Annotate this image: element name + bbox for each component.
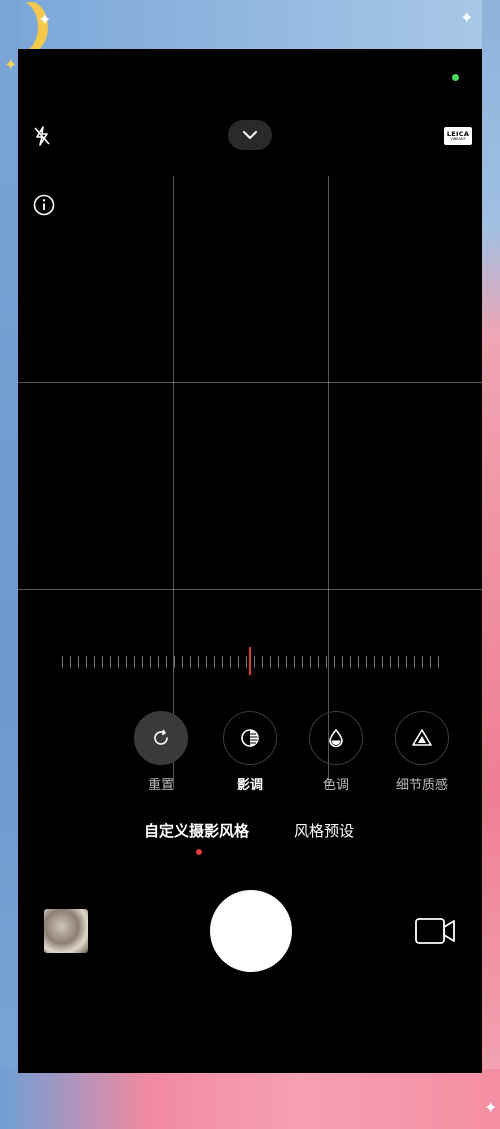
sparkle-decoration: ✦ <box>38 10 52 29</box>
tone-icon <box>241 729 259 747</box>
ruler-tick <box>182 656 183 668</box>
reset-tool[interactable]: 重置 <box>126 711 196 793</box>
ruler-tick <box>198 656 199 668</box>
sparkle-decoration: ✦ <box>4 55 18 74</box>
ruler-tick <box>382 656 383 668</box>
tool-row: 重置 影调 色调 细节质感 <box>18 711 482 801</box>
ruler-tick <box>206 656 207 668</box>
viewfinder[interactable] <box>18 176 482 789</box>
tone-tool[interactable]: 影调 <box>215 711 285 793</box>
leica-vibrant-badge[interactable]: LEICA VIBRANT <box>444 127 472 145</box>
ruler-tick <box>294 656 295 668</box>
ruler-tick <box>238 656 239 668</box>
shutter-button[interactable] <box>210 890 292 972</box>
collapse-button[interactable] <box>228 120 272 150</box>
ruler-tick <box>118 656 119 668</box>
gallery-thumbnail[interactable] <box>44 909 88 953</box>
ruler-tick <box>110 656 111 668</box>
video-camera-icon[interactable] <box>414 915 458 947</box>
tool-label: 重置 <box>147 778 174 793</box>
tone-button[interactable] <box>223 711 277 765</box>
ruler-tick <box>190 656 191 668</box>
sparkle-decoration: ✦ <box>460 8 474 27</box>
privacy-indicator <box>452 74 459 81</box>
background-bottom <box>0 1069 500 1129</box>
ruler-tick <box>142 656 143 668</box>
ruler-tick <box>350 656 351 668</box>
ruler-tick <box>422 656 423 668</box>
color-drop-icon <box>329 728 343 748</box>
ruler-tick <box>438 656 439 668</box>
ruler-tick <box>270 656 271 668</box>
ruler-tick <box>150 656 151 668</box>
tool-label: 色调 <box>322 778 349 793</box>
ruler-tick <box>78 656 79 668</box>
ruler-tick <box>230 656 231 668</box>
tool-label: 影调 <box>236 778 263 793</box>
ruler-tick <box>318 656 319 668</box>
ruler-tick <box>94 656 95 668</box>
texture-tool[interactable]: 细节质感 <box>387 711 457 793</box>
ruler-tick <box>102 656 103 668</box>
ruler-tick <box>398 656 399 668</box>
flash-off-icon[interactable] <box>30 124 54 148</box>
ruler-tick <box>262 656 263 668</box>
ruler-tick <box>174 656 175 668</box>
ruler-tick <box>326 656 327 668</box>
color-tool[interactable]: 色调 <box>301 711 371 793</box>
ruler-indicator <box>249 647 251 675</box>
ruler-tick <box>342 656 343 668</box>
ruler-tick <box>222 656 223 668</box>
ruler-tick <box>414 656 415 668</box>
ruler-tick <box>334 656 335 668</box>
chevron-down-icon <box>243 131 257 139</box>
ruler-tick <box>366 656 367 668</box>
sparkle-decoration: ✦ <box>484 1098 498 1117</box>
ruler-tick <box>246 656 247 668</box>
ruler-tick <box>302 656 303 668</box>
ruler-tick <box>390 656 391 668</box>
grid-line <box>18 382 482 383</box>
background-right <box>482 0 500 1129</box>
reset-button[interactable] <box>134 711 188 765</box>
ruler-tick <box>70 656 71 668</box>
ruler-tick <box>406 656 407 668</box>
tool-label: 细节质感 <box>395 778 448 793</box>
mode-switcher: 自定义摄影风格 风格预设 <box>18 820 482 850</box>
ruler-tick <box>214 656 215 668</box>
active-mode-indicator <box>196 849 202 855</box>
ruler-tick <box>134 656 135 668</box>
ruler-tick <box>286 656 287 668</box>
ruler-tick <box>126 656 127 668</box>
camera-screen: LEICA VIBRANT 重置 影调 色调 细节质感 自定义摄影风格 风格预设 <box>18 49 482 1073</box>
grid-line <box>173 176 174 789</box>
grid-line <box>328 176 329 789</box>
moon-decoration <box>4 2 38 52</box>
vibrant-label: VIBRANT <box>450 137 466 141</box>
ruler-tick <box>166 656 167 668</box>
color-button[interactable] <box>309 711 363 765</box>
adjustment-ruler[interactable] <box>62 647 439 677</box>
ruler-tick <box>310 656 311 668</box>
texture-triangle-icon <box>412 729 432 746</box>
mode-style-presets[interactable]: 风格预设 <box>294 820 354 841</box>
ruler-tick <box>158 656 159 668</box>
ruler-tick <box>86 656 87 668</box>
ruler-tick <box>430 656 431 668</box>
ruler-tick <box>254 656 255 668</box>
grid-line <box>18 589 482 590</box>
reset-icon <box>154 729 168 745</box>
ruler-tick <box>374 656 375 668</box>
ruler-tick <box>62 656 63 668</box>
background-left <box>0 0 20 1129</box>
ruler-tick <box>358 656 359 668</box>
texture-button[interactable] <box>395 711 449 765</box>
mode-custom-style[interactable]: 自定义摄影风格 <box>144 820 249 841</box>
ruler-tick <box>278 656 279 668</box>
